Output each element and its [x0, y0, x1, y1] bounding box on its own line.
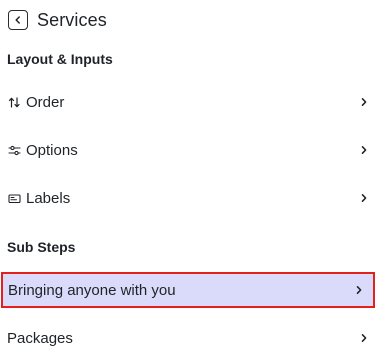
list-item-bringing-anyone[interactable]: Bringing anyone with you	[1, 272, 375, 308]
list-item-labels[interactable]: Labels	[0, 180, 380, 216]
page-title: Services	[37, 9, 107, 30]
list-item-label: Bringing anyone with you	[8, 281, 176, 299]
list-item-order[interactable]: Order	[0, 84, 380, 120]
chevron-right-icon	[360, 145, 368, 155]
list-item-options[interactable]: Options	[0, 132, 380, 168]
chevron-right-icon	[355, 285, 363, 295]
chevron-right-icon	[360, 333, 368, 343]
section-label-layout-inputs: Layout & Inputs	[7, 51, 113, 67]
back-button[interactable]	[8, 10, 28, 30]
section-label-sub-steps: Sub Steps	[7, 239, 76, 255]
chevron-left-icon	[15, 16, 20, 24]
list-item-label: Order	[26, 93, 65, 111]
list-item-label: Labels	[26, 189, 71, 207]
list-item-label: Packages	[7, 329, 73, 347]
sort-arrows-icon	[7, 95, 21, 109]
list-item-packages[interactable]: Packages	[0, 320, 380, 356]
chevron-right-icon	[360, 193, 368, 203]
chevron-right-icon	[360, 97, 368, 107]
list-item-label: Options	[26, 141, 78, 159]
header: Services	[8, 8, 107, 32]
sliders-icon	[7, 143, 21, 157]
label-tag-icon	[7, 191, 21, 205]
